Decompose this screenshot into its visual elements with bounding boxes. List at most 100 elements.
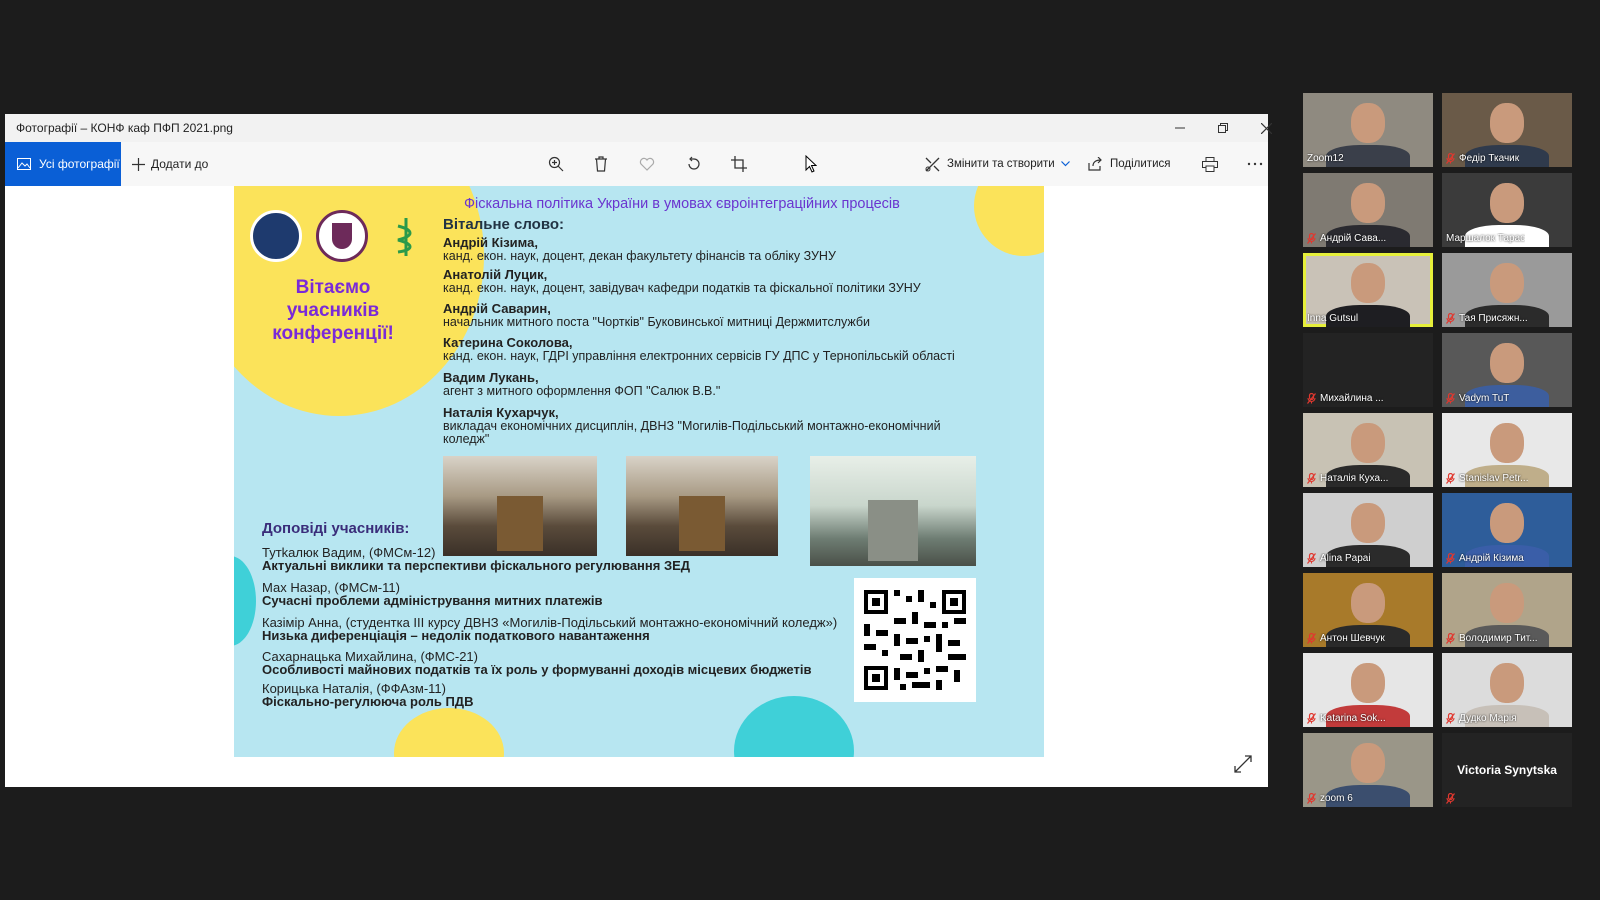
mic-muted-icon — [1446, 313, 1455, 324]
participant-name: Михайлина ... — [1307, 393, 1384, 404]
participant-name-text: Stanislav Petr... — [1459, 473, 1529, 484]
participant-video — [1490, 583, 1524, 623]
favorite-button[interactable] — [633, 150, 661, 178]
speaker-name: Анатолій Луцик, — [443, 267, 548, 282]
all-photos-label: Усі фотографії — [39, 157, 120, 171]
close-icon — [1260, 122, 1272, 134]
report-topic: Сучасні проблеми адміністрування митних … — [262, 593, 603, 608]
mic-muted-icon — [1307, 233, 1316, 244]
mic-muted-icon — [1307, 633, 1316, 644]
participant-tile[interactable]: Наталія Куха... — [1303, 413, 1433, 487]
speaker-entry: Андрій Кізима, канд. екон. наук, доцент,… — [443, 236, 1003, 263]
participant-name: Наталія Куха... — [1307, 473, 1388, 484]
restore-button[interactable] — [1201, 114, 1245, 142]
edit-create-label: Змінити та створити — [947, 158, 1055, 170]
add-to-button[interactable]: Додати до — [132, 142, 208, 186]
speaker-entry: Катерина Соколова, канд. екон. наук, ГДР… — [443, 336, 1033, 363]
participant-name-text: Тая Присяжн... — [1459, 313, 1528, 324]
print-icon — [1202, 156, 1218, 172]
mic-muted-icon — [1307, 393, 1316, 404]
mic-muted-icon — [1446, 793, 1455, 804]
participant-video — [1490, 503, 1524, 543]
mic-muted-icon — [1446, 713, 1455, 724]
participant-video — [1351, 663, 1385, 703]
photos-app-window: Фотографії – КОНФ каф ПФП 2021.png Усі ф… — [5, 114, 1272, 787]
speaker-entry: Андрій Саварин, начальник митного поста … — [443, 302, 1003, 329]
speaker-role: канд. екон. наук, доцент, декан факульте… — [443, 249, 836, 263]
participant-name-text: Андрій Кізима — [1459, 553, 1524, 564]
participant-tile[interactable]: Alina Papai — [1303, 493, 1433, 567]
participant-video — [1490, 423, 1524, 463]
speaker-role: канд. екон. наук, доцент, завідувач кафе… — [443, 281, 921, 295]
conference-photo — [443, 456, 597, 556]
fullscreen-button[interactable] — [1232, 753, 1254, 775]
speaker-entry: Наталія Кухарчук, викладач економічних д… — [443, 406, 983, 446]
minimize-button[interactable] — [1158, 114, 1202, 142]
crop-button[interactable] — [725, 150, 753, 178]
participant-tile[interactable]: Михайлина ... — [1303, 333, 1433, 407]
mic-muted-icon — [1307, 713, 1316, 724]
participant-video — [1490, 103, 1524, 143]
participant-name: Тая Присяжн... — [1446, 313, 1528, 324]
report-topic: Низька диференціація – недолік податково… — [262, 628, 650, 643]
participant-tile[interactable]: Katarina Sok... — [1303, 653, 1433, 727]
participant-tile[interactable]: Zoom12 — [1303, 93, 1433, 167]
participant-name-text: Антон Шевчук — [1320, 633, 1385, 644]
share-button[interactable]: Поділитися — [1088, 142, 1170, 186]
print-button[interactable] — [1196, 150, 1224, 178]
participant-tile[interactable]: zoom 6 — [1303, 733, 1433, 807]
decor-circle — [394, 708, 504, 757]
participant-name: Inna Gutsul — [1307, 313, 1358, 324]
mic-muted-icon — [1307, 793, 1316, 804]
participant-tile[interactable]: Маршалок Тарас — [1442, 173, 1572, 247]
speaker-entry: Анатолій Луцик, канд. екон. наук, доцент… — [443, 268, 1003, 295]
participant-video — [1490, 183, 1524, 223]
qr-code — [854, 578, 976, 702]
participant-tile[interactable]: Дудко Марія — [1442, 653, 1572, 727]
participant-name — [1446, 793, 1459, 804]
speaker-role: канд. екон. наук, ГДРІ управління електр… — [443, 349, 955, 363]
participant-name: Alina Papai — [1307, 553, 1371, 564]
conference-poster-image: Вітаємо учасників конференції! Фіскальна… — [234, 186, 1044, 757]
speaker-role: викладач економічних дисциплін, ДВНЗ "Мо… — [443, 419, 941, 446]
participant-tile[interactable]: Vadym TuT — [1442, 333, 1572, 407]
participant-tile[interactable]: Андрій Кізима — [1442, 493, 1572, 567]
poster-title: Фіскальна політика України в умовах євро… — [464, 196, 900, 212]
speaker-name: Андрій Саварин, — [443, 301, 551, 316]
university-logo — [250, 210, 302, 262]
participant-video — [1351, 743, 1385, 783]
participant-name: Stanislav Petr... — [1446, 473, 1528, 484]
mic-muted-icon — [1446, 633, 1455, 644]
participant-name-text: Katarina Sok... — [1320, 713, 1386, 724]
delete-button[interactable] — [587, 150, 615, 178]
participant-name: Володимир Тит... — [1446, 633, 1538, 644]
participant-tile[interactable]: Антон Шевчук — [1303, 573, 1433, 647]
participant-video — [1490, 663, 1524, 703]
rotate-icon — [688, 156, 700, 170]
participant-tile[interactable]: Тая Присяжн... — [1442, 253, 1572, 327]
close-button[interactable] — [1244, 114, 1288, 142]
edit-create-button[interactable]: Змінити та створити — [925, 142, 1070, 186]
report-topic: Особливості майнових податків та їх роль… — [262, 662, 812, 677]
participant-tile[interactable]: Андрій Сава... — [1303, 173, 1433, 247]
participant-tile[interactable]: Федір Ткачик — [1442, 93, 1572, 167]
participant-video — [1351, 503, 1385, 543]
participant-tile[interactable]: Stanislav Petr... — [1442, 413, 1572, 487]
more-options-button[interactable] — [1241, 150, 1269, 178]
participant-tile[interactable]: Inna Gutsul — [1303, 253, 1433, 327]
share-icon — [1088, 157, 1102, 171]
window-title: Фотографії – КОНФ каф ПФП 2021.png — [16, 121, 233, 135]
rotate-button[interactable] — [680, 150, 708, 178]
participant-name-text: Inna Gutsul — [1307, 313, 1359, 324]
zoom-button[interactable] — [542, 150, 570, 178]
all-photos-button[interactable]: Усі фотографії — [5, 142, 121, 186]
participant-tile[interactable]: Володимир Тит... — [1442, 573, 1572, 647]
participant-tile[interactable]: Victoria Synytska — [1442, 733, 1572, 807]
participant-name-text: Михайлина ... — [1320, 393, 1384, 404]
participant-name: Андрій Сава... — [1307, 233, 1386, 244]
mic-muted-icon — [1446, 473, 1455, 484]
participant-video — [1351, 263, 1385, 303]
delete-icon — [595, 156, 607, 172]
add-to-label: Додати до — [151, 157, 209, 171]
edit-create-icon — [925, 157, 940, 171]
